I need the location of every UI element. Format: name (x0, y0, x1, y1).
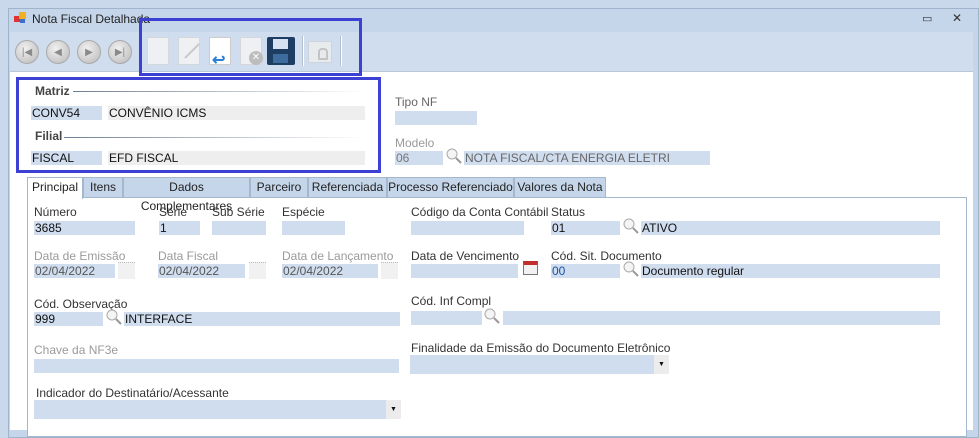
inf-compl-name-field (503, 311, 940, 325)
status-code-field[interactable]: 01 (551, 221, 620, 235)
dropdown-arrow-icon[interactable]: ▼ (654, 355, 669, 374)
highlight-box (16, 77, 381, 173)
modelo-code-field: 06 (395, 151, 443, 165)
sub-serie-field[interactable] (212, 221, 266, 235)
sit-documento-label: Cód. Sit. Documento (551, 249, 662, 263)
tab-referenciada[interactable]: Referenciada (308, 177, 387, 198)
serie-field[interactable]: 1 (159, 221, 200, 235)
highlight-box (139, 18, 362, 76)
search-icon[interactable] (623, 218, 639, 234)
conta-contabil-label: Código da Conta Contábil (411, 205, 549, 219)
calendar-icon (249, 262, 266, 279)
data-lancamento-field: 02/04/2022 (282, 264, 378, 278)
tab-processo-referenciado[interactable]: Processo Referenciado (387, 177, 514, 198)
tipo-nf-field[interactable] (395, 111, 477, 125)
finalidade-select[interactable] (410, 355, 654, 374)
modelo-name-field: NOTA FISCAL/CTA ENERGIA ELETRI (464, 151, 710, 165)
data-emissao-field: 02/04/2022 (34, 264, 115, 278)
finalidade-label: Finalidade da Emissão do Documento Eletr… (411, 341, 671, 355)
calendar-button[interactable] (523, 261, 538, 275)
inf-compl-label: Cód. Inf Compl (411, 294, 492, 308)
indicador-select[interactable] (34, 400, 386, 419)
data-lancamento-label: Data de Lançamento (282, 249, 394, 263)
dropdown-arrow-icon[interactable]: ▼ (386, 400, 401, 419)
indicador-label: Indicador do Destinatário/Acessante (36, 386, 229, 400)
tab-itens[interactable]: Itens (83, 177, 123, 198)
tab-parceiro[interactable]: Parceiro (250, 177, 308, 198)
inf-compl-code-field[interactable] (411, 311, 482, 325)
tab-dados-complementares[interactable]: Dados Complementares (123, 177, 250, 213)
status-name-field: ATIVO (641, 221, 940, 235)
calendar-icon (381, 262, 398, 279)
last-record-button[interactable]: ▶| (108, 40, 132, 64)
status-label: Status (551, 205, 586, 219)
data-fiscal-field: 02/04/2022 (158, 264, 245, 278)
search-icon[interactable] (106, 309, 122, 325)
calendar-icon (118, 262, 135, 279)
sub-serie-label: Sub Série (212, 205, 265, 219)
chave-nf3e-field (34, 359, 399, 373)
especie-label: Espécie (282, 205, 325, 219)
first-record-button[interactable]: |◀ (15, 40, 39, 64)
especie-field[interactable] (282, 221, 345, 235)
data-emissao-label: Data de Emissão (34, 249, 126, 263)
sit-documento-name-field: Documento regular (641, 264, 940, 278)
previous-record-button[interactable]: ◀ (46, 40, 70, 64)
observacao-name-field: INTERFACE (124, 312, 400, 326)
serie-label: Série (159, 205, 188, 219)
data-vencimento-field[interactable] (411, 264, 518, 278)
close-button[interactable]: ✕ (952, 11, 962, 25)
tab-principal[interactable]: Principal (27, 177, 83, 199)
search-icon[interactable] (446, 148, 462, 164)
search-icon[interactable] (484, 308, 500, 324)
search-icon[interactable] (623, 261, 639, 277)
window-title: Nota Fiscal Detalhada (32, 12, 151, 26)
chave-nf3e-label: Chave da NF3e (34, 343, 119, 357)
modelo-label: Modelo (395, 136, 435, 150)
tab-valores-da-nota[interactable]: Valores da Nota (514, 177, 606, 198)
minimize-button[interactable]: ▭ (922, 12, 932, 25)
app-icon (14, 12, 27, 24)
numero-label: Número (34, 205, 77, 219)
numero-field[interactable]: 3685 (34, 221, 135, 235)
tipo-nf-label: Tipo NF (395, 95, 438, 109)
next-record-button[interactable]: ▶ (77, 40, 101, 64)
data-vencimento-label: Data de Vencimento (411, 249, 520, 263)
conta-contabil-field[interactable] (411, 221, 524, 235)
cod-observacao-field[interactable]: 999 (34, 312, 103, 326)
sit-documento-code-field[interactable]: 00 (551, 264, 620, 278)
data-fiscal-label: Data Fiscal (158, 249, 219, 263)
